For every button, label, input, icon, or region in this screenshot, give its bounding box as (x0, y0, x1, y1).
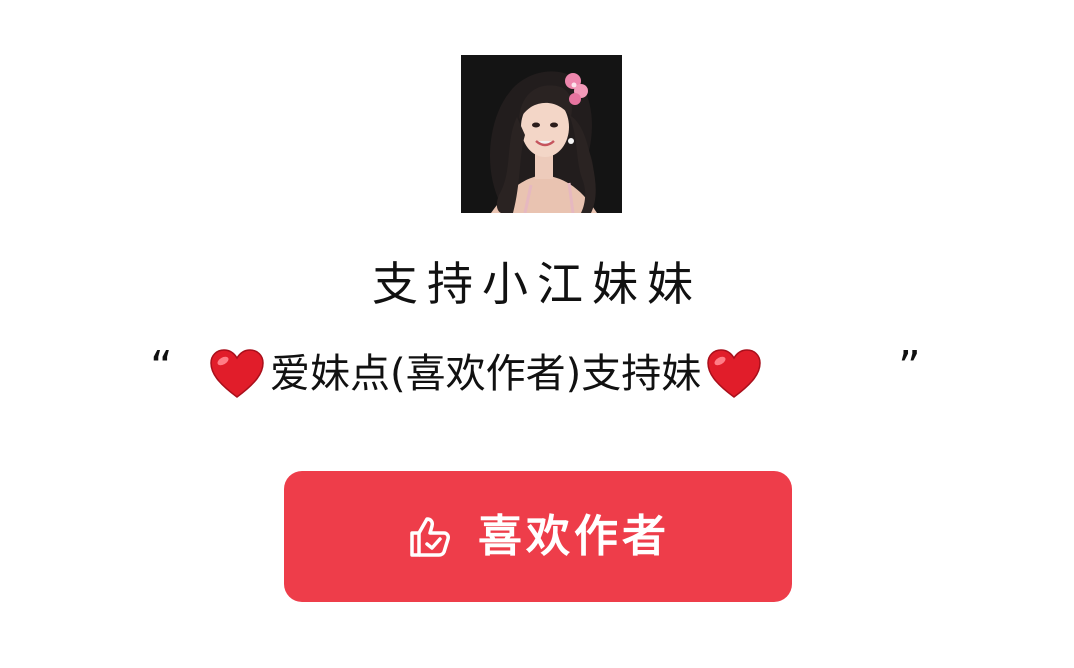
thumbs-up-icon (410, 516, 450, 557)
close-quote: ” (898, 342, 921, 393)
support-message-text: 爱妹点(喜欢作者)支持妹 (270, 351, 702, 397)
heart-icon (707, 349, 761, 398)
heart-icon (210, 349, 264, 398)
like-author-label: 喜欢作者 (478, 510, 670, 562)
support-message-body: 爱妹点(喜欢作者)支持妹 (208, 342, 763, 406)
support-message: “ 爱妹点(喜欢作者)支持妹 ” (0, 338, 1074, 408)
page-title: 支持小江妹妹 (372, 257, 702, 311)
open-quote: “ (150, 342, 173, 393)
support-author-page: 支持小江妹妹 “ 爱妹点(喜欢作者)支持妹 ” 喜欢作者 (0, 0, 1074, 668)
author-avatar (461, 55, 622, 213)
like-author-button[interactable]: 喜欢作者 (284, 471, 792, 602)
portrait-image (461, 55, 622, 213)
